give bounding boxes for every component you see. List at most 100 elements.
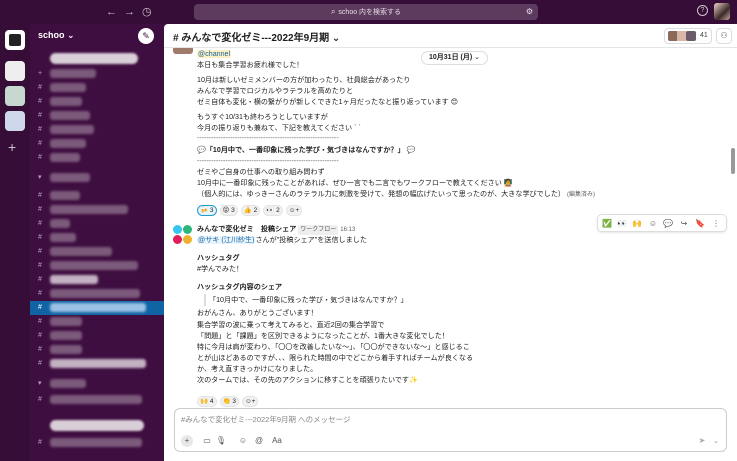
bookmark-icon[interactable]: 🔖 xyxy=(694,218,706,230)
help-icon[interactable]: ? xyxy=(697,5,708,16)
attach-plus-icon[interactable]: + xyxy=(181,435,193,447)
channel-title[interactable]: # みんなで変化ゼミ---2022年9月期 ⌄ xyxy=(173,29,340,44)
member-count: 41 xyxy=(700,32,708,39)
channel-header: # みんなで変化ゼミ---2022年9月期 ⌄ 41 ⚇ xyxy=(164,24,737,48)
compose-icon[interactable]: ✎ xyxy=(138,28,154,44)
sidebar-item[interactable]: # xyxy=(30,273,164,287)
workspace-name[interactable]: schoo ⌄ xyxy=(38,30,75,41)
share-icon[interactable]: ↪ xyxy=(678,218,690,230)
add-member-icon[interactable]: ⚇ xyxy=(716,28,732,44)
raised-hands-reaction-icon[interactable]: 🙌 xyxy=(631,218,643,230)
workflow-badge: ワークフロー xyxy=(298,225,339,235)
user-avatar[interactable] xyxy=(714,3,730,20)
sidebar-item[interactable]: + xyxy=(30,67,164,81)
workflow-avatar[interactable] xyxy=(173,225,193,245)
more-actions-icon[interactable]: ⋮ xyxy=(710,218,722,230)
channel-icon: # xyxy=(38,290,42,297)
channel-icon: # xyxy=(38,332,42,339)
sidebar-item[interactable]: # xyxy=(30,343,164,357)
reaction-beer[interactable]: 🍻 3 xyxy=(197,205,217,216)
workspace-icon-3[interactable] xyxy=(5,86,25,106)
reaction-thumbsup[interactable]: 👍 2 xyxy=(240,205,261,216)
sidebar-item-active-channel[interactable]: # xyxy=(30,301,164,315)
sidebar-item[interactable]: # xyxy=(30,95,164,109)
reply-thread-icon[interactable]: 💬 xyxy=(662,218,674,230)
date-divider[interactable]: 10月31日 (月) xyxy=(421,51,488,65)
member-list-button[interactable]: 41 xyxy=(664,28,712,44)
sidebar-section-header[interactable]: ▾ xyxy=(30,171,164,185)
back-arrow-icon[interactable]: ← xyxy=(106,5,117,19)
workspace-icon-schoo[interactable] xyxy=(5,30,25,50)
eyes-reaction-icon[interactable]: 👀 xyxy=(616,218,628,230)
check-reaction-icon[interactable]: ✅ xyxy=(601,218,613,230)
add-reaction-icon[interactable]: ☺ xyxy=(647,218,659,230)
sidebar-item[interactable]: # xyxy=(30,137,164,151)
channel-view: # みんなで変化ゼミ---2022年9月期 ⌄ 41 ⚇ @channel 10… xyxy=(164,24,737,461)
sidebar-item[interactable]: # xyxy=(30,393,164,407)
sidebar-item[interactable]: # xyxy=(30,329,164,343)
sidebar-item[interactable]: # xyxy=(30,81,164,95)
message-composer[interactable]: #みんなで変化ゼミ---2022年9月期 へのメッセージ + ▭ 🎙 ☺ @ A… xyxy=(174,408,727,452)
history-clock-icon[interactable]: ◷ xyxy=(142,5,152,19)
sidebar-blurred-pill xyxy=(50,420,144,431)
sidebar-blurred-pill xyxy=(50,53,138,64)
sidebar-item[interactable]: # xyxy=(30,217,164,231)
reaction-laugh[interactable]: 😝 3 xyxy=(219,205,238,216)
author-name[interactable]: みんなで変化ゼミ 投稿シェア xyxy=(197,225,296,233)
add-reaction-button[interactable]: ☺+ xyxy=(242,396,259,407)
reaction-bar: 🙌 4 👏 3 ☺+ xyxy=(197,396,259,407)
message-line: 次のタームでは、その先のアクションに移すことを頑張りたいです✨ xyxy=(197,376,418,384)
section-heading: ハッシュタグ内容のシェア xyxy=(197,283,283,291)
reaction-eyes[interactable]: 👀 2 xyxy=(263,205,283,216)
sidebar-item[interactable]: # xyxy=(30,189,164,203)
sidebar: schoo ⌄ ✎ + # # # # # # ▾ # # # # # # # … xyxy=(30,24,164,461)
message-line: おがんさん、ありがとうございます！ xyxy=(197,309,318,317)
channel-icon: # xyxy=(38,346,42,353)
message-line: @サキ (江川紗生)さんが"投稿シェア"を送信しました xyxy=(197,236,367,244)
mention-icon[interactable]: @ xyxy=(253,435,265,447)
channel-icon: # xyxy=(38,112,42,119)
message-line: もうすぐ10/31も終わろうとしていますが xyxy=(197,113,328,121)
video-clip-icon[interactable]: ▭ xyxy=(201,435,213,447)
add-reaction-button[interactable]: ☺+ xyxy=(285,205,303,216)
sidebar-item[interactable]: # xyxy=(30,436,164,450)
search-input[interactable]: ⌕ schoo 内を検索する ⚙ xyxy=(194,4,538,20)
sidebar-item[interactable]: # xyxy=(30,315,164,329)
sidebar-item[interactable]: # xyxy=(30,203,164,217)
sidebar-item[interactable]: # xyxy=(30,357,164,371)
search-filter-icon[interactable]: ⚙ xyxy=(526,4,533,20)
workspace-icon-2[interactable] xyxy=(5,61,25,81)
message-line: ゼミやご自身の仕事への取り組み問わず xyxy=(197,168,325,176)
message-line: 本日も集合学習お疲れ様でした！ xyxy=(197,61,304,69)
author-avatar[interactable] xyxy=(173,48,193,54)
sidebar-item[interactable]: # xyxy=(30,287,164,301)
sidebar-item[interactable]: # xyxy=(30,259,164,273)
channel-icon: # xyxy=(38,206,42,213)
sidebar-item[interactable]: # xyxy=(30,109,164,123)
format-text-icon[interactable]: Aa xyxy=(269,435,285,447)
emoji-icon[interactable]: ☺ xyxy=(237,435,249,447)
sidebar-section-header[interactable]: ▾ xyxy=(30,377,164,391)
message-line: 集合学習の波に乗って考えてみると、直近2回の集合学習で xyxy=(197,321,385,329)
add-workspace-icon[interactable]: + xyxy=(8,139,16,155)
scrollbar[interactable] xyxy=(731,148,735,174)
message-actions-toolbar: ✅ 👀 🙌 ☺ 💬 ↪ 🔖 ⋮ xyxy=(597,214,727,232)
reaction-clap[interactable]: 👏 3 xyxy=(219,396,240,407)
send-options-icon[interactable]: ⌄ xyxy=(710,435,722,447)
forward-arrow-icon[interactable]: → xyxy=(124,5,135,19)
reaction-raised-hands[interactable]: 🙌 4 xyxy=(197,396,217,407)
send-icon[interactable]: ➤ xyxy=(696,435,708,447)
message-line: みんなで学習でロジカルやラテラルを高めたりと xyxy=(197,87,354,95)
sidebar-item[interactable]: # xyxy=(30,151,164,165)
timestamp[interactable]: 16:13 xyxy=(340,227,355,233)
sidebar-item[interactable]: # xyxy=(30,231,164,245)
channel-icon: # xyxy=(38,276,42,283)
workspace-rail: + xyxy=(0,24,30,461)
caret-icon: ▾ xyxy=(38,380,42,387)
channel-mention[interactable]: @channel xyxy=(197,49,232,59)
sidebar-item[interactable]: # xyxy=(30,245,164,259)
workspace-icon-4[interactable] xyxy=(5,111,25,131)
sidebar-item[interactable]: # xyxy=(30,123,164,137)
microphone-icon[interactable]: 🎙 xyxy=(215,435,227,447)
user-mention[interactable]: @サキ (江川紗生) xyxy=(197,236,256,244)
